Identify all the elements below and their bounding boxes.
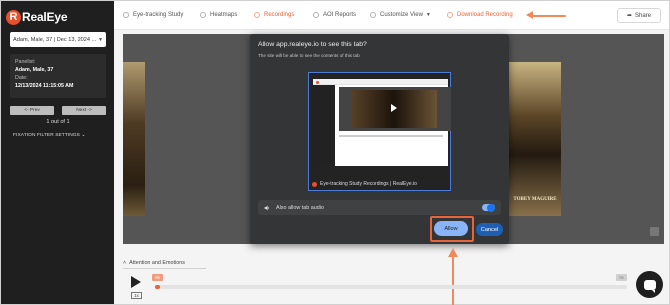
tab-title: Eye-tracking Study Recordings | RealEye.… (320, 181, 417, 187)
tab-audio-label: Also allow tab audio (276, 204, 324, 211)
sidebar: R RealEye Adam, Male, 37 | Dec 13, 2024 .… (1, 1, 114, 304)
timeline-progress (155, 285, 160, 289)
chevron-down-icon: ▼ (425, 12, 431, 18)
play-icon (391, 104, 397, 112)
date-value: 12/13/2024 11:15:05 AM (15, 83, 74, 89)
chevron-down-icon: ▼ (98, 36, 103, 43)
fixation-filter-label: FIXATION FILTER SETTINGS (13, 133, 80, 138)
time-start-label: 0s (152, 274, 163, 281)
speaker-icon (264, 205, 270, 210)
speed-button[interactable]: 1x (131, 292, 142, 299)
realeye-favicon-icon (312, 181, 317, 187)
logo-mark: R (6, 9, 21, 25)
heatmap-icon (200, 12, 206, 18)
poster-name: TOBEY MAGUIRE (513, 197, 557, 202)
time-end-label: 0s (616, 274, 627, 281)
eye-icon (123, 12, 129, 18)
tab-preview-label: Eye-tracking Study Recordings | RealEye.… (312, 181, 417, 187)
top-navbar: Eye-tracking Study Heatmaps Recordings A… (114, 1, 669, 30)
tab-label: Customize View (380, 12, 423, 18)
attention-emotions-toggle[interactable]: ˄ Attention and Emotions (123, 258, 185, 268)
chevron-down-icon: ⌄ (81, 133, 86, 138)
main-content: TOBEY MAGUIRE Allow app.realeye.io to se… (114, 30, 669, 305)
customize-icon (370, 12, 376, 18)
tab-recordings[interactable]: Recordings (254, 12, 294, 18)
share-button[interactable]: ➦ Share (617, 8, 661, 23)
tab-preview-thumbnail (313, 79, 451, 166)
panelist-value: Adam, Male, 37 (15, 67, 54, 73)
allow-button[interactable]: Allow (434, 221, 468, 236)
annotation-arrow-left (526, 11, 566, 19)
panelist-label: Panelist: (15, 59, 36, 65)
tab-preview[interactable]: Eye-tracking Study Recordings | RealEye.… (308, 72, 451, 191)
realeye-logo[interactable]: R RealEye (6, 7, 68, 27)
chat-icon (643, 279, 656, 293)
next-button[interactable]: Next -> (62, 106, 106, 115)
play-button[interactable] (131, 276, 141, 288)
share-tab-dialog: Allow app.realeye.io to see this tab? Th… (250, 34, 509, 244)
fullscreen-icon[interactable] (650, 227, 659, 236)
download-recording-button[interactable]: Download Recording (447, 12, 513, 18)
tab-audio-row: Also allow tab audio (258, 200, 501, 215)
tab-label: AOI Reports (323, 12, 357, 18)
recording-nav: <- Prev Next -> (10, 106, 106, 115)
chevron-up-icon: ˄ (123, 260, 127, 266)
video-poster-left (123, 62, 145, 216)
tab-customize-view[interactable]: Customize View ▼ (370, 12, 431, 18)
prev-button[interactable]: <- Prev (10, 106, 54, 115)
share-label: Share (635, 12, 652, 19)
aoi-icon (313, 12, 319, 18)
video-poster-right: TOBEY MAGUIRE (509, 62, 561, 216)
tab-heatmaps[interactable]: Heatmaps (200, 12, 237, 18)
cancel-button[interactable]: Cancel (476, 223, 503, 236)
recording-select[interactable]: Adam, Male, 37 | Dec 13, 2024 ... ▼ (10, 32, 106, 47)
panelist-info: Panelist: Adam, Male, 37 Date: 12/13/202… (10, 54, 106, 98)
dialog-title: Allow app.realeye.io to see this tab? (258, 41, 367, 48)
chat-button[interactable] (636, 271, 663, 298)
logo-text: RealEye (22, 10, 68, 24)
tab-label: Eye-tracking Study (133, 12, 184, 18)
tab-label: Recordings (264, 12, 295, 18)
tab-aoi-reports[interactable]: AOI Reports (313, 12, 356, 18)
tab-label: Heatmaps (210, 12, 238, 18)
fixation-filter-toggle[interactable]: FIXATION FILTER SETTINGS ⌄ (13, 133, 86, 138)
timeline-slider[interactable] (155, 285, 627, 289)
tab-label: Download Recording (457, 12, 513, 18)
annotation-arrow-up (448, 248, 458, 305)
date-label: Date: (15, 75, 28, 81)
recordings-icon (254, 12, 260, 18)
recording-count: 1 out of 1 (46, 119, 70, 125)
download-icon (447, 12, 453, 18)
tab-audio-toggle[interactable] (482, 203, 495, 212)
share-icon: ➦ (626, 13, 632, 19)
section-divider (123, 268, 206, 269)
dialog-subtitle: The site will be able to see the content… (258, 53, 360, 58)
recording-select-value: Adam, Male, 37 | Dec 13, 2024 ... (13, 36, 97, 43)
attention-emotions-label: Attention and Emotions (129, 260, 185, 266)
tab-eye-tracking-study[interactable]: Eye-tracking Study (123, 12, 183, 18)
